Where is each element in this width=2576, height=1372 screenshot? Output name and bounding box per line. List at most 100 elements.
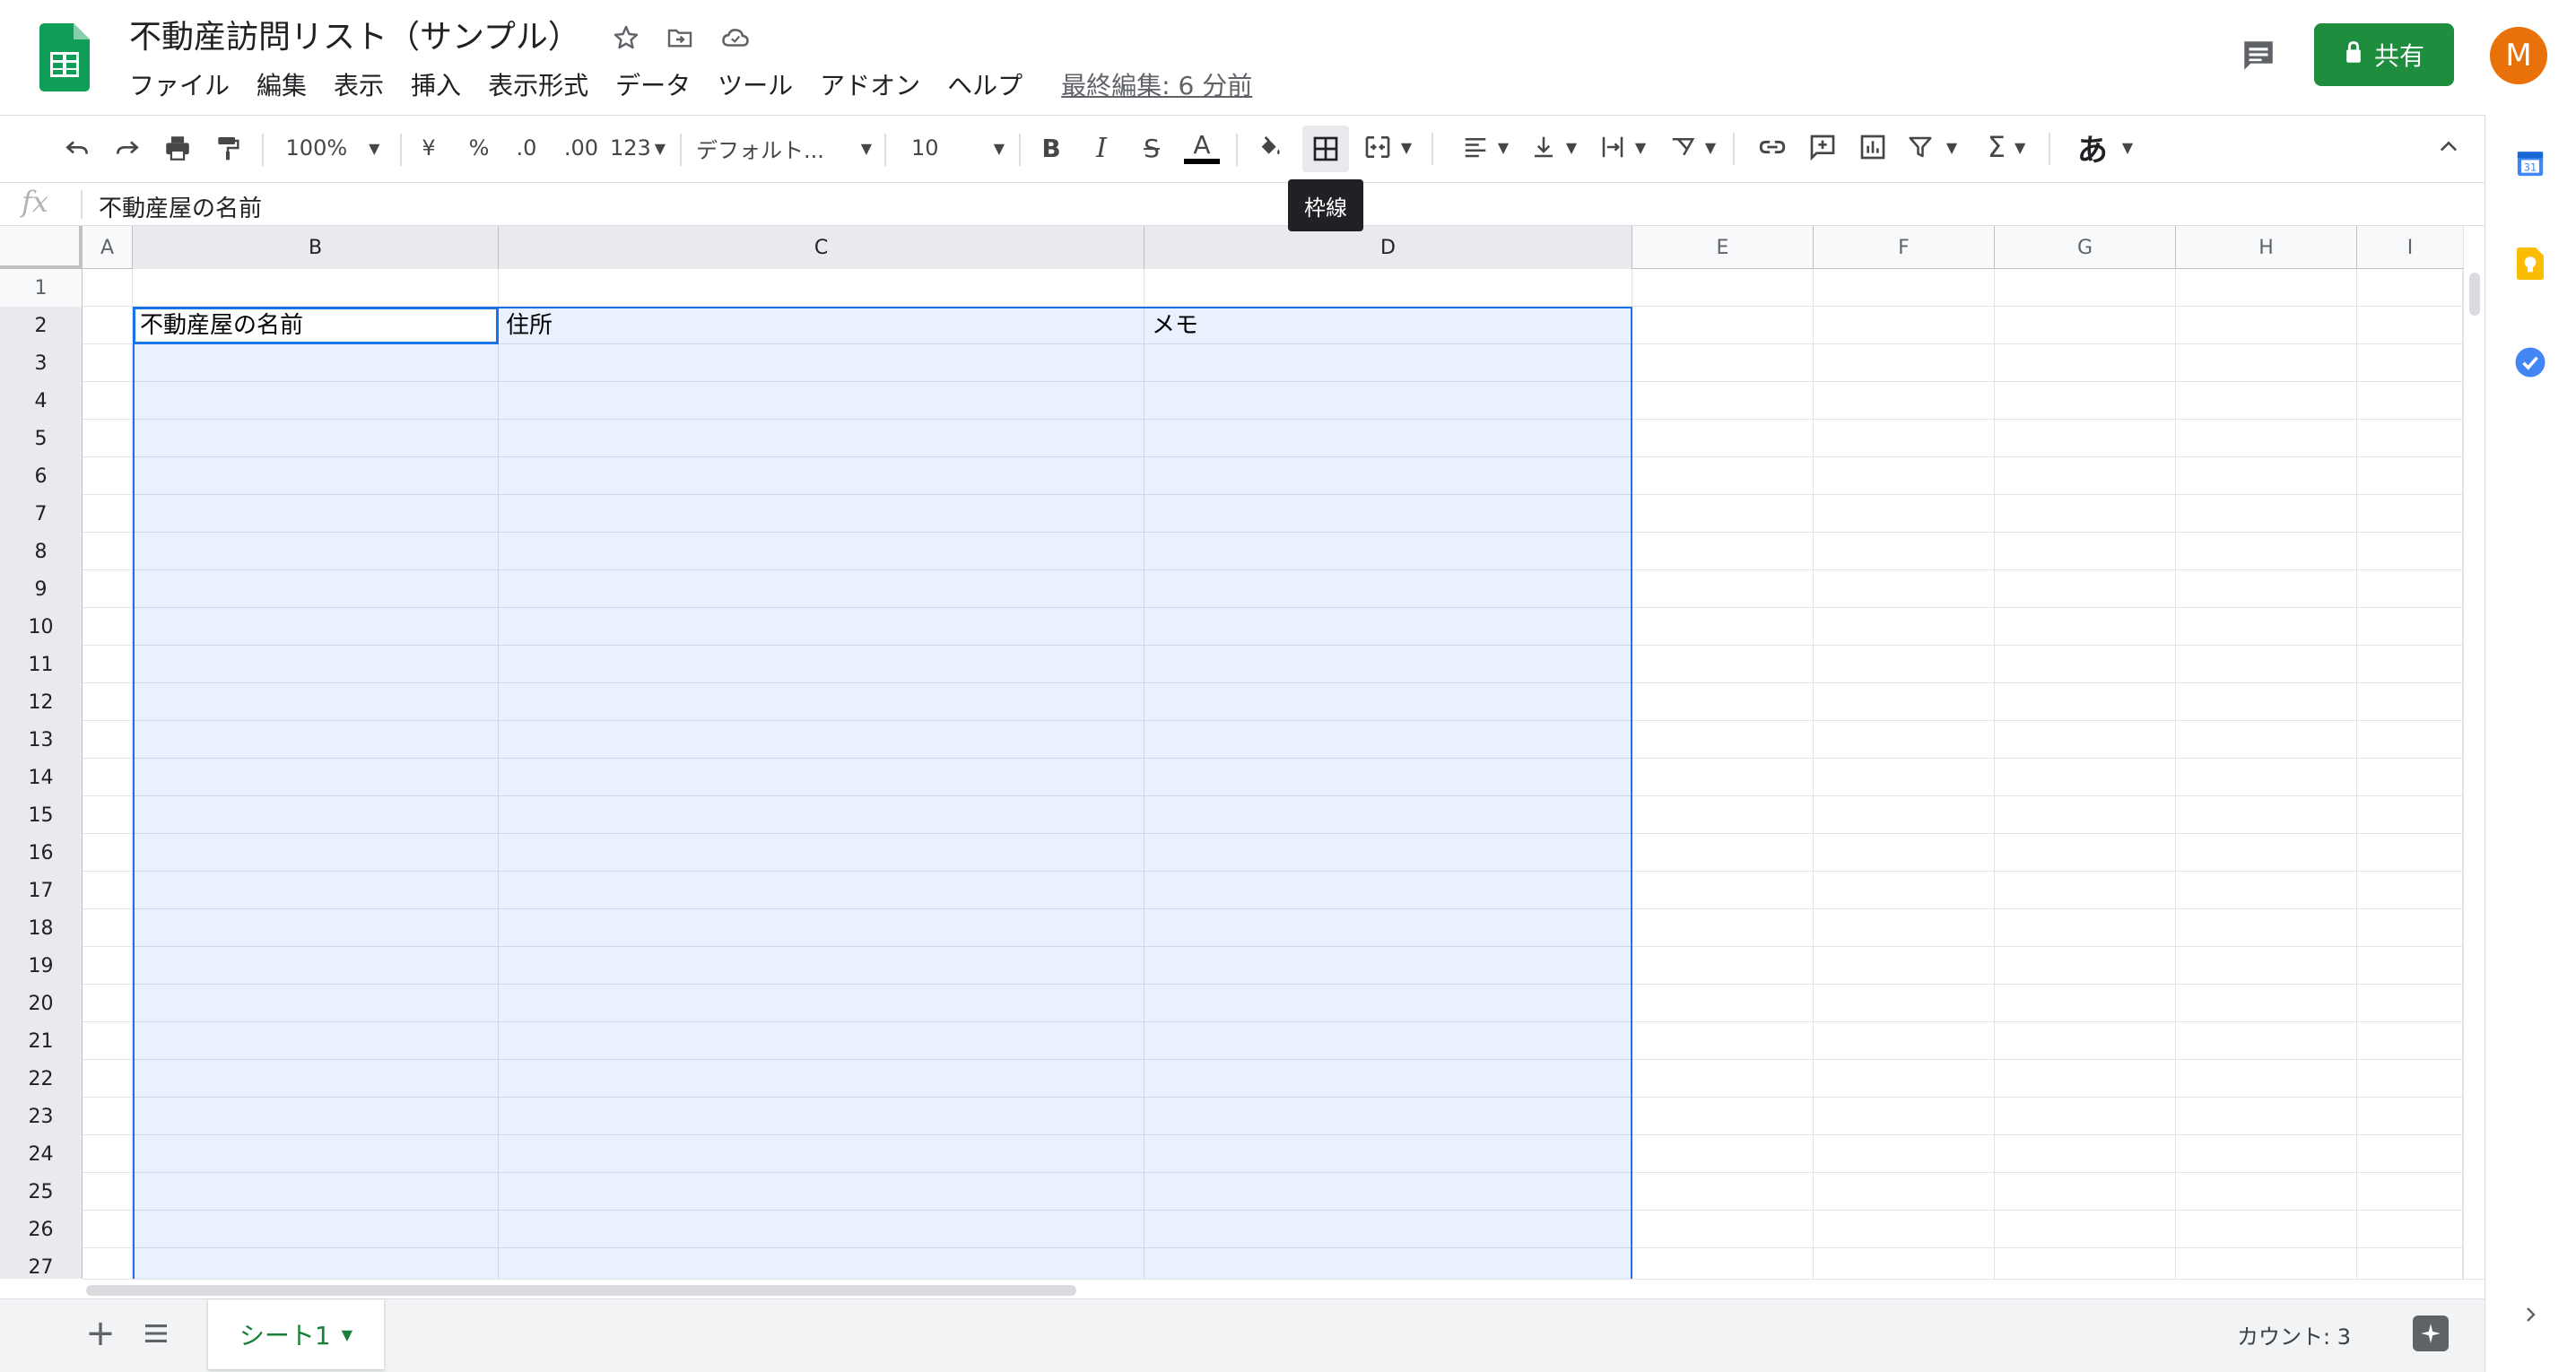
row-header[interactable]: 27 xyxy=(0,1248,83,1279)
row-header[interactable]: 17 xyxy=(0,872,83,909)
grid-cell[interactable] xyxy=(1814,608,1995,646)
grid-cell[interactable] xyxy=(499,872,1144,909)
grid-cell[interactable] xyxy=(499,570,1144,608)
grid-cell[interactable] xyxy=(1995,1135,2176,1173)
grid-cell[interactable] xyxy=(2357,683,2463,721)
grid-cell[interactable] xyxy=(1632,721,1814,759)
grid-cell[interactable] xyxy=(2357,721,2463,759)
row-header[interactable]: 14 xyxy=(0,759,83,796)
grid-cell[interactable] xyxy=(1144,608,1632,646)
row-header[interactable]: 21 xyxy=(0,1022,83,1060)
grid-cell[interactable] xyxy=(1814,1135,1995,1173)
row-header[interactable]: 13 xyxy=(0,721,83,759)
explore-icon[interactable] xyxy=(2413,1316,2449,1351)
paint-format-icon[interactable] xyxy=(208,125,248,171)
grid-cell[interactable] xyxy=(2176,382,2357,420)
grid-cell[interactable] xyxy=(1632,1248,1814,1279)
grid-cell[interactable] xyxy=(1814,269,1995,307)
grid-cell[interactable] xyxy=(2176,1135,2357,1173)
text-wrapping-button[interactable]: ▼ xyxy=(1595,124,1650,170)
grid-cell[interactable] xyxy=(83,872,133,909)
column-header-a[interactable]: A xyxy=(83,226,133,269)
grid-cell[interactable] xyxy=(499,759,1144,796)
grid-cell[interactable] xyxy=(1814,1060,1995,1098)
grid-cell[interactable] xyxy=(1144,382,1632,420)
menu-view[interactable]: 表示 xyxy=(320,68,397,104)
grid-cell[interactable] xyxy=(1995,985,2176,1022)
grid-cell[interactable] xyxy=(2357,872,2463,909)
grid-cell[interactable] xyxy=(133,457,499,495)
grid-cell[interactable] xyxy=(133,1022,499,1060)
grid-cell[interactable] xyxy=(1144,759,1632,796)
grid-cell[interactable] xyxy=(499,382,1144,420)
grid-cell[interactable] xyxy=(1995,344,2176,382)
grid-cell[interactable] xyxy=(133,344,499,382)
grid-cell[interactable] xyxy=(2357,1022,2463,1060)
grid-cell[interactable] xyxy=(1144,307,1632,344)
grid-cell[interactable] xyxy=(1632,495,1814,533)
grid-cell[interactable] xyxy=(1814,721,1995,759)
grid-cell[interactable] xyxy=(499,985,1144,1022)
grid-cell[interactable] xyxy=(133,1060,499,1098)
grid-cell[interactable] xyxy=(2176,344,2357,382)
grid-cell[interactable] xyxy=(1632,683,1814,721)
share-button[interactable]: 共有 xyxy=(2314,23,2454,86)
grid-cell[interactable] xyxy=(1632,1098,1814,1135)
grid-cell[interactable] xyxy=(133,834,499,872)
grid-cell[interactable] xyxy=(83,457,133,495)
menu-insert[interactable]: 挿入 xyxy=(397,68,474,104)
grid-cell[interactable] xyxy=(1632,457,1814,495)
input-tools-button[interactable]: あ ▼ xyxy=(2072,124,2138,170)
grid-cell[interactable] xyxy=(499,608,1144,646)
text-rotation-button[interactable]: ▼ xyxy=(1665,124,1720,170)
grid-cell[interactable] xyxy=(2357,1248,2463,1279)
grid-cell[interactable] xyxy=(499,307,1144,344)
grid-cell[interactable] xyxy=(499,1060,1144,1098)
show-side-panel-icon[interactable] xyxy=(2512,1297,2548,1333)
grid-cell[interactable] xyxy=(133,721,499,759)
row-header[interactable]: 19 xyxy=(0,947,83,985)
grid-cell[interactable] xyxy=(2176,1060,2357,1098)
insert-comment-icon[interactable] xyxy=(1803,124,1842,170)
strikethrough-button[interactable]: S xyxy=(1132,125,1171,171)
grid-cell[interactable] xyxy=(1814,1022,1995,1060)
grid-cell[interactable] xyxy=(83,570,133,608)
row-header[interactable]: 20 xyxy=(0,985,83,1022)
grid-cell[interactable] xyxy=(499,834,1144,872)
grid-cell[interactable] xyxy=(1632,909,1814,947)
grid-cell[interactable] xyxy=(83,721,133,759)
grid-cell[interactable] xyxy=(2357,985,2463,1022)
row-header[interactable]: 18 xyxy=(0,909,83,947)
grid-cell[interactable] xyxy=(2357,457,2463,495)
grid-cell[interactable] xyxy=(83,307,133,344)
sheets-logo-icon[interactable] xyxy=(39,23,90,91)
grid-cell[interactable] xyxy=(2176,834,2357,872)
grid-cell[interactable] xyxy=(1144,495,1632,533)
grid-cell[interactable] xyxy=(2357,796,2463,834)
grid-cell[interactable] xyxy=(1995,608,2176,646)
grid-cell[interactable] xyxy=(2176,646,2357,683)
grid-cell[interactable] xyxy=(2357,269,2463,307)
menu-data[interactable]: データ xyxy=(602,68,704,104)
grid-cell[interactable] xyxy=(1814,382,1995,420)
row-header[interactable]: 9 xyxy=(0,570,83,608)
grid-cell[interactable] xyxy=(2176,759,2357,796)
grid-cell[interactable] xyxy=(2176,533,2357,570)
column-header-h[interactable]: H xyxy=(2176,226,2357,269)
more-formats-button[interactable]: 123 ▼ xyxy=(608,125,667,171)
grid-cell[interactable] xyxy=(1144,947,1632,985)
grid-cell[interactable] xyxy=(1814,457,1995,495)
grid-cell[interactable] xyxy=(499,721,1144,759)
grid-cell[interactable] xyxy=(2176,1211,2357,1248)
grid-cell[interactable] xyxy=(2357,1060,2463,1098)
grid-cell[interactable] xyxy=(83,796,133,834)
grid-cell[interactable] xyxy=(1814,909,1995,947)
print-icon[interactable] xyxy=(158,125,197,171)
grid-cell[interactable] xyxy=(1144,457,1632,495)
grid-cell[interactable] xyxy=(2357,1211,2463,1248)
grid-cell[interactable] xyxy=(2176,608,2357,646)
grid-cell[interactable] xyxy=(2357,1173,2463,1211)
grid-cell[interactable] xyxy=(2357,307,2463,344)
row-header[interactable]: 26 xyxy=(0,1211,83,1248)
grid-cell[interactable] xyxy=(1995,457,2176,495)
